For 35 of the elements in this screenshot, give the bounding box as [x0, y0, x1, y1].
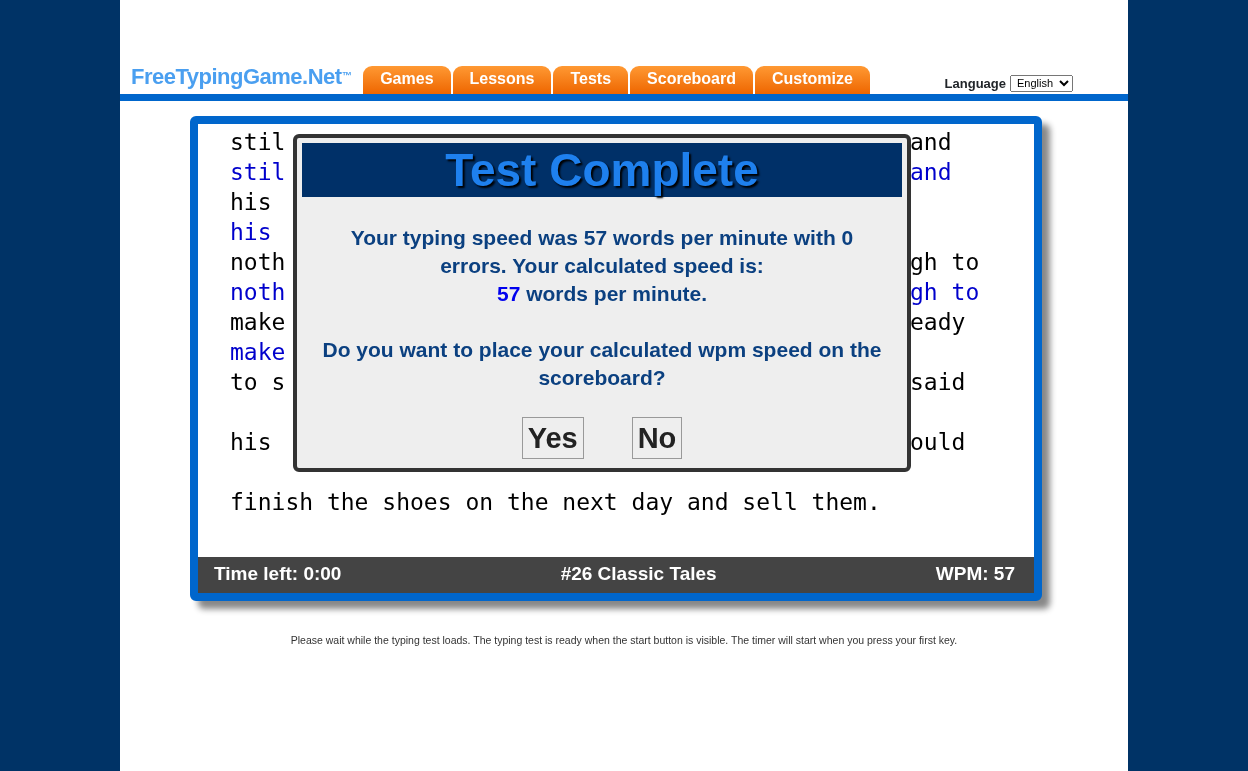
- test-name: #26 Classic Tales: [560, 562, 717, 586]
- nav-tab[interactable]: Lessons: [452, 66, 552, 94]
- nav-tab[interactable]: Scoreboard: [630, 66, 753, 94]
- passage-text: and: [910, 128, 952, 157]
- passage-text: said: [910, 368, 966, 397]
- passage-text: his: [230, 189, 272, 215]
- passage-text: eady: [910, 308, 966, 337]
- result-message: Your typing speed was 57 words per minute with 0 errors. Your calculated speed is: 57 words per minute.: [349, 225, 855, 307]
- passage-text: finish the shoes on the next day and sell them.: [230, 489, 881, 515]
- wpm-reading: WPM: 57: [935, 562, 1015, 586]
- passage-text: noth: [230, 279, 286, 305]
- passage-text: and: [910, 158, 952, 187]
- passage-text: noth: [230, 249, 286, 275]
- passage-text: make: [230, 309, 286, 335]
- dialog-button[interactable]: Yes: [521, 417, 584, 459]
- nav-tab[interactable]: Tests: [553, 66, 629, 94]
- dialog-title: Test Complete: [302, 143, 902, 197]
- passage-text: his: [230, 429, 272, 455]
- passage-text: ould: [910, 428, 966, 457]
- passage-text: gh to: [910, 248, 980, 277]
- passage-text: to s: [230, 369, 286, 395]
- passage-text: his: [230, 219, 272, 245]
- passage-text: gh to: [910, 278, 980, 307]
- nav-tab[interactable]: Games: [363, 66, 451, 94]
- language-select[interactable]: English: [1010, 74, 1073, 92]
- footer-note: Please wait while the typing test loads. The typing test is ready when the start button is visible. The timer will start when you press your first key.: [289, 632, 959, 648]
- passage-text: stil: [230, 129, 286, 155]
- question-text: Do you want to place your calculated wpm speed on the scoreboard?: [321, 337, 883, 391]
- logo[interactable]: FreeTypingGame.Net$^{™}$: [131, 66, 352, 88]
- language-label: Language: [944, 74, 1006, 93]
- nav-tab[interactable]: Customize: [755, 66, 870, 94]
- passage-text: stil: [230, 159, 286, 185]
- time-left: Time left: 0:00: [214, 562, 342, 586]
- dialog-button[interactable]: No: [631, 417, 683, 459]
- passage-text: make: [230, 339, 286, 365]
